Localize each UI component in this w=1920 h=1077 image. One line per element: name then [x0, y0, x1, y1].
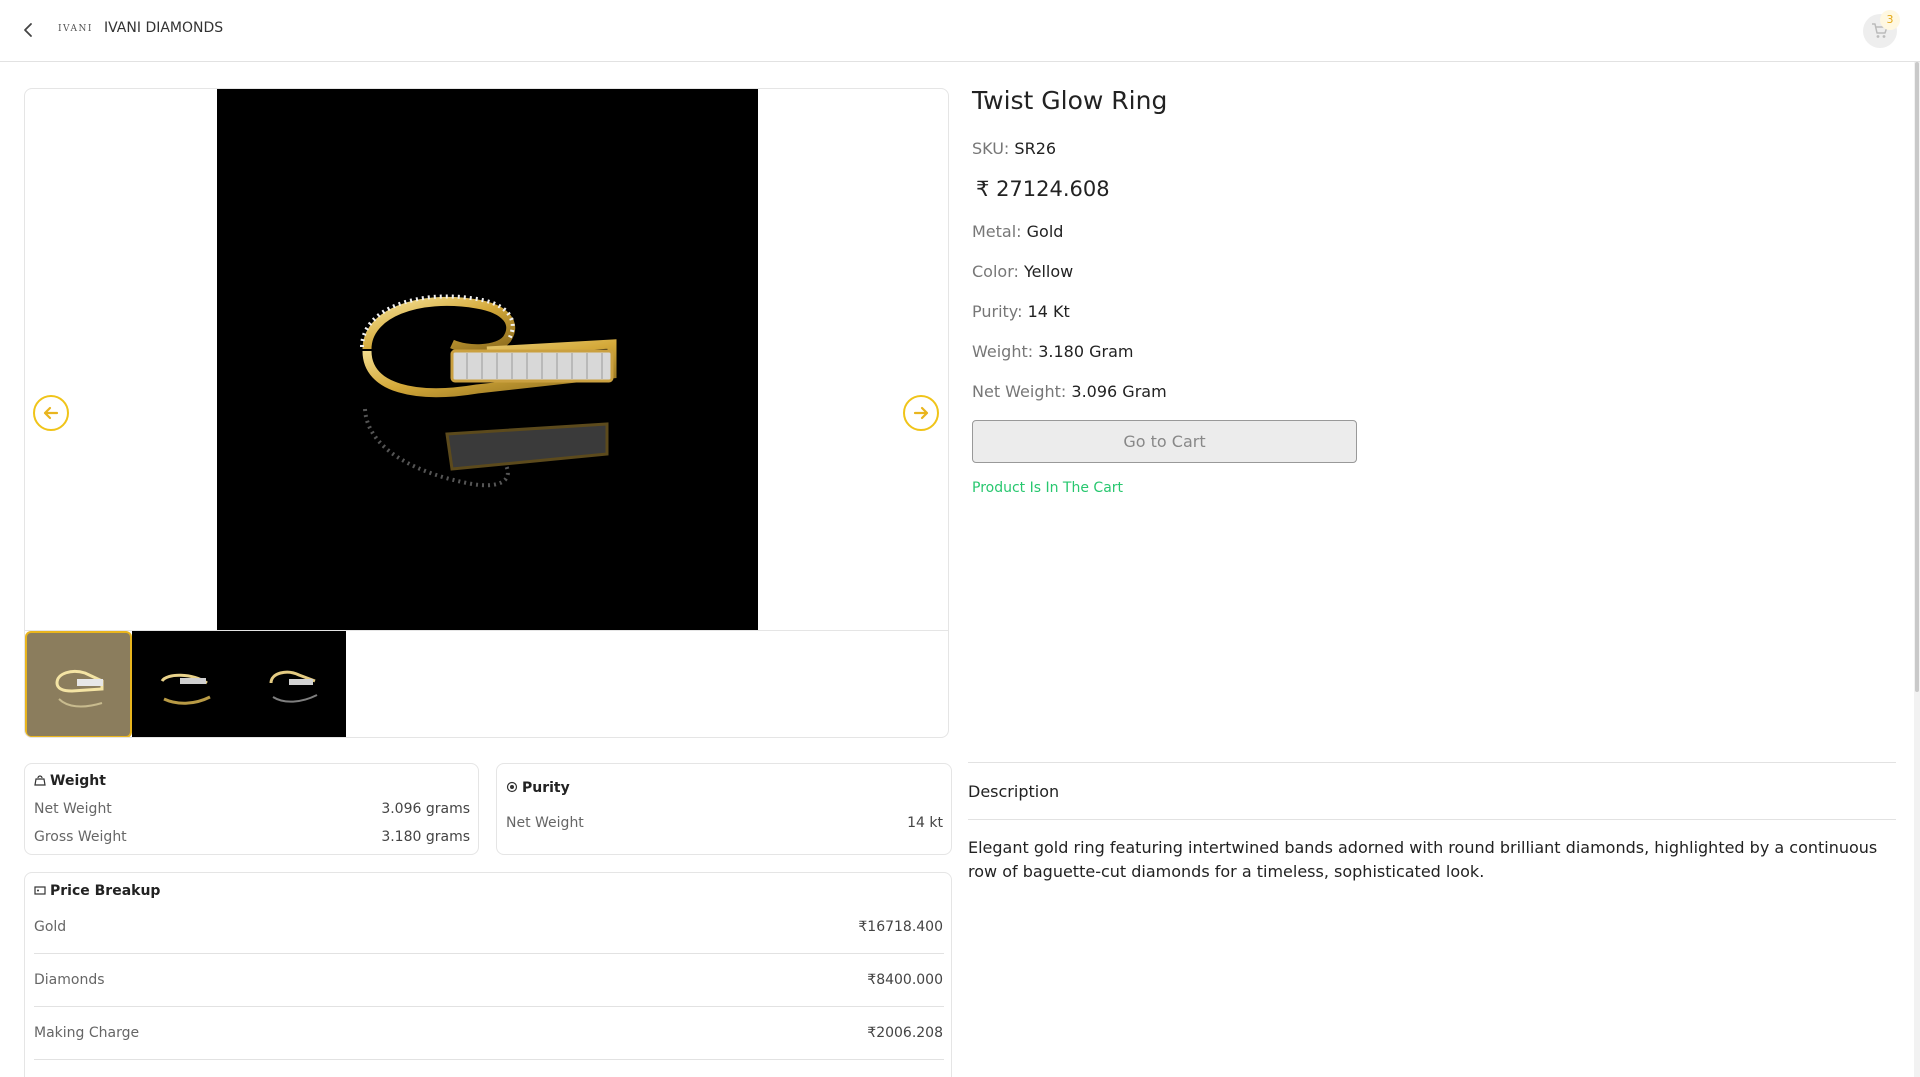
price-row-value: ₹8400.000 [867, 972, 943, 988]
next-image-button[interactable] [903, 395, 939, 431]
purity-icon [506, 781, 518, 793]
amount: 2006.208 [876, 1025, 943, 1041]
purity-card-title: Purity [506, 780, 570, 796]
scrollbar-thumb[interactable] [1915, 62, 1919, 692]
row-value: 3.096 grams [381, 801, 470, 817]
price-row-value: ₹2006.208 [867, 1025, 943, 1041]
description-heading[interactable]: Description [968, 782, 1059, 801]
price-breakup-card: Price Breakup Gold ₹16718.400 Diamonds ₹… [24, 872, 952, 1077]
price-row-value: ₹16718.400 [858, 919, 943, 935]
attribute-value: Yellow [1023, 262, 1074, 281]
sku-value: SR26 [1014, 139, 1057, 158]
attribute-label: Net Weight: [972, 382, 1067, 401]
attribute-purity: Purity: 14 Kt [972, 302, 1070, 321]
weight-icon [34, 775, 46, 786]
go-to-cart-button[interactable]: Go to Cart [972, 420, 1357, 463]
price-row-label: Making Charge [34, 1025, 140, 1041]
row-label: Gross Weight [34, 829, 127, 845]
price-row-label: Diamonds [34, 972, 105, 988]
arrow-right-icon [913, 406, 929, 420]
product-gallery [24, 88, 949, 738]
price-value: 27124.608 [996, 177, 1110, 201]
brand-logo[interactable]: IVANI [58, 24, 93, 34]
chevron-left-icon [24, 23, 32, 37]
brand-name[interactable]: IVANI DIAMONDS [104, 20, 223, 36]
thumbnail-2[interactable] [132, 631, 239, 737]
currency-symbol: ₹ [867, 1025, 877, 1041]
attribute-label: Color: [972, 262, 1019, 281]
row-value: 14 kt [907, 815, 943, 831]
price-breakup-title-text: Price Breakup [50, 883, 161, 899]
ring-thumbnail [55, 669, 104, 708]
row-value: 3.180 grams [381, 829, 470, 845]
thumbnail-1[interactable] [25, 631, 132, 737]
ring-image [360, 294, 617, 488]
attribute-value: Gold [1026, 222, 1064, 241]
divider [968, 819, 1896, 820]
currency-symbol: ₹ [867, 972, 877, 988]
attribute-color: Color: Yellow [972, 262, 1073, 281]
purity-card: Purity Net Weight 14 kt [496, 763, 952, 855]
thumbnail-strip [25, 630, 948, 737]
price-tag-icon [34, 886, 46, 895]
weight-card-title: Weight [34, 773, 106, 789]
attribute-net-weight: Net Weight: 3.096 Gram [972, 382, 1167, 401]
row-divider [34, 953, 944, 954]
product-price: ₹ 27124.608 [976, 177, 1110, 201]
product-page: IVANI IVANI DIAMONDS 3 Twist Glow Ring S… [0, 0, 1920, 1077]
amount: 16718.400 [867, 919, 943, 935]
product-title: Twist Glow Ring [972, 86, 1168, 115]
weight-card: Weight Net Weight 3.096 grams Gross Weig… [24, 763, 479, 855]
row-label: Net Weight [506, 815, 584, 831]
attribute-value: 3.180 Gram [1038, 342, 1134, 361]
thumbnail-3[interactable] [239, 631, 346, 737]
description-text: Elegant gold ring featuring intertwined … [968, 838, 1878, 881]
purity-card-title-text: Purity [522, 780, 570, 796]
row-divider [34, 1006, 944, 1007]
product-main-image [217, 89, 758, 630]
divider [968, 762, 1896, 763]
price-row-label: Gold [34, 919, 67, 935]
ring-thumbnail [160, 673, 211, 705]
ring-thumbnail [269, 670, 318, 703]
row-divider [34, 1059, 944, 1060]
currency-symbol: ₹ [976, 177, 990, 201]
sku-label: SKU: [972, 139, 1010, 158]
amount: 8400.000 [876, 972, 943, 988]
top-bar: IVANI IVANI DIAMONDS 3 [0, 0, 1920, 62]
attribute-metal: Metal: Gold [972, 222, 1063, 241]
currency-symbol: ₹ [858, 919, 868, 935]
sku-line: SKU: SR26 [972, 139, 1056, 158]
price-breakup-title: Price Breakup [34, 883, 160, 899]
row-label: Net Weight [34, 801, 112, 817]
previous-image-button[interactable] [33, 395, 69, 431]
attribute-value: 14 Kt [1027, 302, 1070, 321]
attribute-label: Weight: [972, 342, 1034, 361]
attribute-value: 3.096 Gram [1071, 382, 1167, 401]
weight-card-title-text: Weight [50, 773, 106, 789]
cart-count-badge: 3 [1880, 10, 1900, 30]
attribute-label: Metal: [972, 222, 1022, 241]
attribute-label: Purity: [972, 302, 1023, 321]
back-button[interactable] [18, 18, 38, 42]
cart-status-message: Product Is In The Cart [972, 480, 1124, 496]
attribute-weight: Weight: 3.180 Gram [972, 342, 1134, 361]
arrow-left-icon [43, 406, 59, 420]
